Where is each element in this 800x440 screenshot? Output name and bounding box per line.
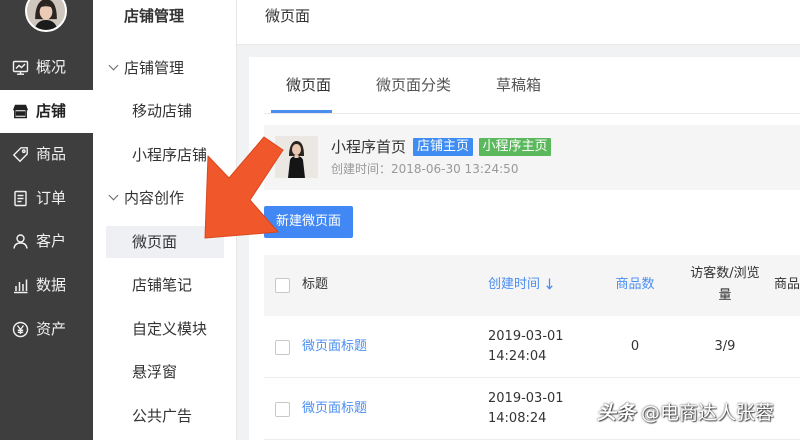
nav-item-customers[interactable]: 客户: [0, 220, 93, 263]
badge-shop-home: 店铺主页: [413, 138, 473, 156]
chevron-down-icon: [108, 190, 119, 201]
page-title: 微页面: [265, 7, 311, 25]
row-created-date: 2019-03-01: [488, 391, 564, 406]
nav-item-data[interactable]: 数据: [0, 264, 93, 307]
homepage-thumbnail[interactable]: [275, 136, 318, 178]
row-created: 2019-03-01 14:08:24: [488, 389, 564, 429]
shop-icon: [12, 103, 29, 120]
nav-item-label: 订单: [36, 189, 67, 207]
nav-item-label: 资产: [36, 320, 67, 338]
secondary-sidebar: 店铺管理 店铺管理 移动店铺 小程序店铺 内容创作 微页面 店铺笔记 自定义模块…: [93, 0, 237, 440]
nav-item-products[interactable]: 商品: [0, 133, 93, 176]
select-all-checkbox[interactable]: [275, 278, 290, 293]
nav-item-shop[interactable]: 店铺: [0, 90, 93, 133]
badge-miniprogram-home: 小程序主页: [479, 138, 551, 156]
watermark-handle: @电商达人张蓉: [641, 402, 775, 424]
subnav-item-micro-page[interactable]: 微页面: [132, 232, 177, 252]
column-header-visitors-label: 访客数/浏览量: [690, 266, 760, 303]
watermark: 头条 @电商达人张蓉: [597, 399, 774, 427]
column-header-last: 商品: [774, 277, 800, 292]
content-card: 微页面 微页面分类 草稿箱 小程序首页 店铺主页 小程序主页 创建时间：2018…: [249, 57, 800, 440]
subnav-group-content[interactable]: 内容创作: [93, 188, 236, 208]
column-header-created[interactable]: 创建时间: [488, 275, 553, 295]
subnav-group-shop-management[interactable]: 店铺管理: [93, 58, 236, 78]
watermark-brand: 头条: [597, 402, 636, 424]
row-checkbox[interactable]: [275, 402, 290, 417]
avatar-image: [27, 0, 65, 30]
table-header: 标题 创建时间 商品数 访客数/浏览量 商品: [264, 255, 800, 316]
row-products: 0: [630, 339, 640, 354]
row-created: 2019-03-01 14:24:04: [488, 327, 564, 367]
subnav-title: 店铺管理: [124, 7, 185, 25]
homepage-card: 小程序首页 店铺主页 小程序主页 创建时间：2018-06-30 13:24:5…: [264, 125, 800, 190]
column-header-visitors: 访客数/浏览量: [685, 263, 765, 307]
subnav-item-mobile-shop[interactable]: 移动店铺: [132, 101, 192, 121]
nav-item-label: 店铺: [36, 102, 67, 120]
row-created-time: 14:08:24: [488, 411, 547, 426]
nav-item-assets[interactable]: 资产: [0, 308, 93, 351]
user-icon: [12, 233, 29, 250]
nav-item-label: 客户: [36, 232, 67, 250]
subnav-item-public-ads[interactable]: 公共广告: [132, 406, 192, 426]
nav-item-label: 数据: [36, 276, 67, 294]
nav-item-label: 商品: [36, 145, 67, 163]
dashboard-icon: [12, 59, 29, 76]
nav-item-label: 概况: [36, 58, 67, 76]
group-label: 内容创作: [124, 189, 185, 207]
homepage-created-time: 创建时间：2018-06-30 13:24:50: [331, 162, 519, 176]
tab-micro-page-category[interactable]: 微页面分类: [376, 75, 451, 95]
arrow-down-icon[interactable]: [546, 278, 553, 290]
nav-item-overview[interactable]: 概况: [0, 46, 93, 89]
tab-micro-page[interactable]: 微页面: [286, 75, 331, 95]
column-header-products[interactable]: 商品数: [595, 275, 675, 295]
subnav-item-miniprogram-shop[interactable]: 小程序店铺: [132, 145, 207, 165]
tag-icon: [12, 146, 29, 163]
row-created-time: 14:24:04: [488, 349, 547, 364]
subnav-item-custom-module[interactable]: 自定义模块: [132, 319, 207, 339]
group-label: 店铺管理: [124, 59, 185, 77]
row-title-link[interactable]: 微页面标题: [302, 399, 367, 419]
column-header-created-label: 创建时间: [488, 277, 541, 292]
nav-item-orders[interactable]: 订单: [0, 177, 93, 220]
tab-drafts[interactable]: 草稿箱: [496, 75, 541, 95]
user-avatar[interactable]: [25, 0, 67, 32]
primary-sidebar: 概况 店铺 商品 订单 客户 数据 资产: [0, 0, 93, 440]
row-created-date: 2019-03-01: [488, 329, 564, 344]
homepage-title[interactable]: 小程序首页: [331, 137, 406, 157]
row-checkbox[interactable]: [275, 340, 290, 355]
chart-icon: [12, 277, 29, 294]
page-header: 微页面: [237, 0, 800, 45]
row-title-link[interactable]: 微页面标题: [302, 337, 367, 357]
subnav-item-shop-notes[interactable]: 店铺笔记: [132, 275, 192, 295]
column-header-title: 标题: [302, 277, 329, 292]
subnav-item-floating-window[interactable]: 悬浮窗: [132, 362, 177, 382]
new-micro-page-button[interactable]: 新建微页面: [264, 206, 353, 238]
row-visitors: 3/9: [714, 339, 736, 354]
tab-divider: [264, 113, 800, 114]
table-row: 微页面标题 2019-03-01 14:24:04 0 3/9: [264, 317, 800, 378]
chevron-down-icon: [108, 60, 119, 71]
order-icon: [12, 190, 29, 207]
yen-icon: [12, 321, 29, 338]
thumbnail-image: [275, 136, 318, 178]
